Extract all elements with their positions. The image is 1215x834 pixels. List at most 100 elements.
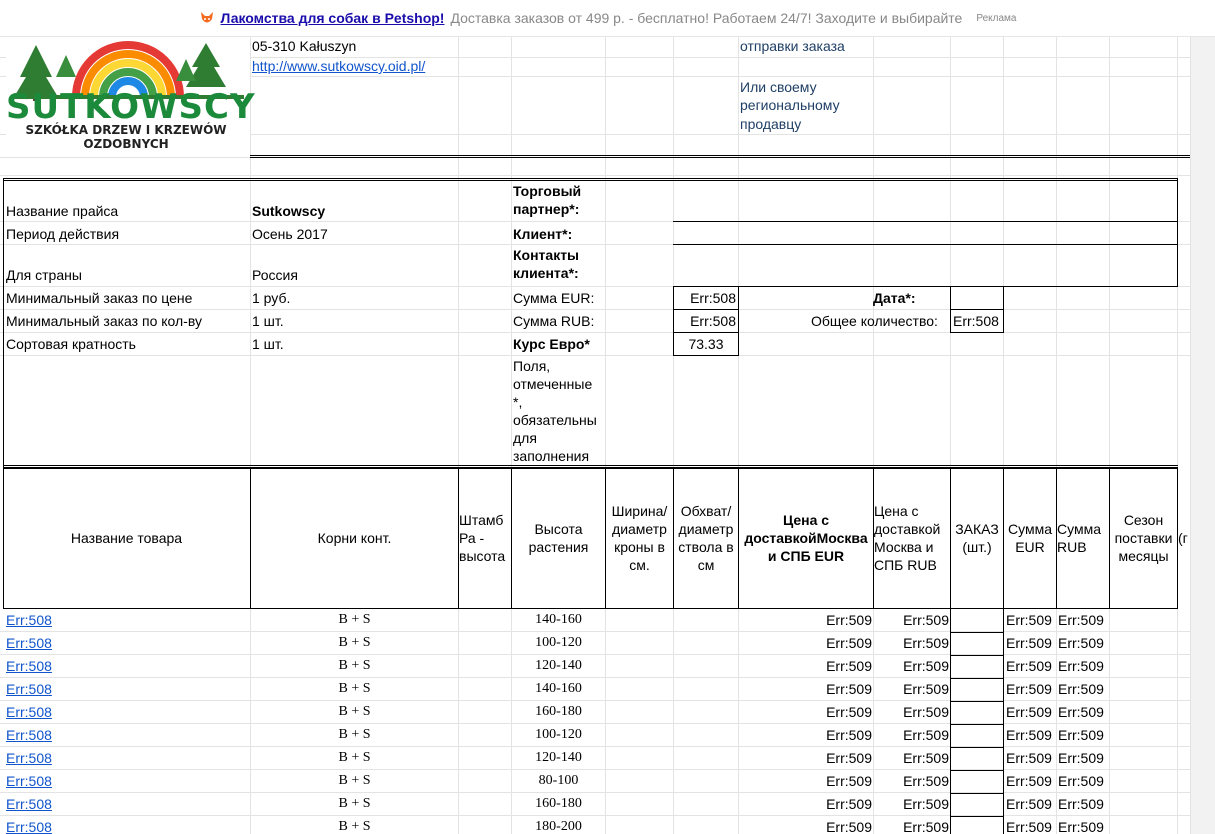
ad-tag: Реклама bbox=[976, 12, 1017, 24]
product-roots: B + S bbox=[338, 750, 371, 765]
product-roots: B + S bbox=[338, 681, 371, 696]
info-label-country: Для страны bbox=[6, 267, 82, 283]
order-qty-input[interactable] bbox=[950, 632, 1004, 656]
product-price-eur: Err:509 bbox=[826, 727, 872, 743]
product-name-link[interactable]: Err:508 bbox=[6, 657, 52, 675]
info-value-min-qty: 1 шт. bbox=[252, 313, 284, 329]
product-sum-rub: Err:509 bbox=[1058, 819, 1104, 834]
product-height: 80-100 bbox=[538, 773, 579, 788]
info-right-border bbox=[1177, 178, 1178, 286]
product-price-eur: Err:509 bbox=[826, 819, 872, 834]
info-value-period: Осень 2017 bbox=[252, 226, 328, 242]
product-sum-eur: Err:509 bbox=[1006, 796, 1052, 812]
product-sum-eur: Err:509 bbox=[1006, 704, 1052, 720]
order-qty-input[interactable] bbox=[950, 701, 1004, 725]
product-roots: B + S bbox=[338, 658, 371, 673]
product-sum-rub: Err:509 bbox=[1058, 681, 1104, 697]
product-name-link[interactable]: Err:508 bbox=[6, 749, 52, 767]
order-qty-input[interactable] bbox=[950, 678, 1004, 702]
company-logo: SUTKOWSCY SZKÓŁKA DRZEW I KRZEWÓW OZDOBN… bbox=[6, 37, 256, 155]
total-qty-value: Err:508 bbox=[953, 313, 999, 329]
info-value-price-name: Sutkowscy bbox=[252, 203, 326, 219]
product-roots: B + S bbox=[338, 704, 371, 719]
col-header-name: Название товара bbox=[70, 530, 183, 546]
ad-link[interactable]: Лакомства для собак в Petshop! bbox=[221, 10, 445, 26]
product-name-link[interactable]: Err:508 bbox=[6, 703, 52, 721]
note-line2: региональному bbox=[740, 97, 840, 113]
header-divider bbox=[250, 155, 1190, 156]
product-price-rub: Err:509 bbox=[903, 773, 949, 789]
col-header-season: Сезон поставки месяцы bbox=[1114, 512, 1173, 564]
ad-banner: Лакомства для собак в Petshop! Доставка … bbox=[0, 0, 1215, 37]
required-note: Поля, отмеченные *, обязательны для запо… bbox=[513, 358, 597, 464]
postal-address: 05-310 Kałuszyn bbox=[252, 38, 357, 54]
info-top-border bbox=[3, 178, 1178, 179]
info-label-period: Период действия bbox=[6, 226, 120, 242]
product-sum-rub: Err:509 bbox=[1058, 635, 1104, 651]
info-label-min-qty: Минимальный заказ по кол-ву bbox=[6, 313, 202, 329]
product-price-rub: Err:509 bbox=[903, 727, 949, 743]
product-price-rub: Err:509 bbox=[903, 635, 949, 651]
rate-value[interactable]: 73.33 bbox=[676, 335, 736, 353]
product-name-link[interactable]: Err:508 bbox=[6, 795, 52, 813]
website-link[interactable]: http://www.sutkowscy.oid.pl/ bbox=[252, 57, 425, 75]
product-price-rub: Err:509 bbox=[903, 750, 949, 766]
info-label-multiplicity: Сортовая кратность bbox=[6, 336, 136, 352]
date-box[interactable] bbox=[950, 286, 1004, 310]
product-price-eur: Err:509 bbox=[826, 704, 872, 720]
client-label: Клиент*: bbox=[513, 226, 573, 242]
contacts-field-line bbox=[673, 286, 1178, 287]
product-sum-eur: Err:509 bbox=[1006, 658, 1052, 674]
product-sum-eur: Err:509 bbox=[1006, 612, 1052, 628]
info-label-min-price: Минимальный заказ по цене bbox=[6, 290, 193, 306]
order-qty-input[interactable] bbox=[950, 770, 1004, 794]
logo-line1: SZKÓŁKA DRZEW I KRZEWÓW bbox=[25, 123, 227, 137]
logo-brand: SUTKOWSCY bbox=[6, 87, 256, 127]
product-roots: B + S bbox=[338, 773, 371, 788]
product-sum-eur: Err:509 bbox=[1006, 750, 1052, 766]
date-label: Дата*: bbox=[873, 290, 916, 306]
product-price-rub: Err:509 bbox=[903, 819, 949, 834]
product-name-link[interactable]: Err:508 bbox=[6, 611, 52, 629]
client-field-line bbox=[673, 244, 1178, 245]
product-roots: B + S bbox=[338, 727, 371, 742]
product-price-eur: Err:509 bbox=[826, 750, 872, 766]
product-price-eur: Err:509 bbox=[826, 612, 872, 628]
logo-line2: OZDOBNYCH bbox=[83, 137, 169, 151]
product-sum-eur: Err:509 bbox=[1006, 773, 1052, 789]
product-sum-eur: Err:509 bbox=[1006, 819, 1052, 834]
product-height: 140-160 bbox=[535, 681, 582, 696]
product-name-link[interactable]: Err:508 bbox=[6, 818, 52, 834]
order-qty-input[interactable] bbox=[950, 747, 1004, 771]
product-roots: B + S bbox=[338, 796, 371, 811]
order-qty-input[interactable] bbox=[950, 793, 1004, 817]
info-label-price-name: Название прайса bbox=[6, 203, 119, 219]
col-header-sum-rub: Сумма RUB bbox=[1057, 521, 1101, 555]
product-name-link[interactable]: Err:508 bbox=[6, 726, 52, 744]
product-sum-rub: Err:509 bbox=[1058, 704, 1104, 720]
product-height: 100-120 bbox=[535, 635, 582, 650]
page-scrollbar[interactable] bbox=[1190, 37, 1215, 834]
product-sum-rub: Err:509 bbox=[1058, 658, 1104, 674]
note-line3: продавцу bbox=[740, 116, 802, 132]
spreadsheet: SUTKOWSCY SZKÓŁKA DRZEW I KRZEWÓW OZDOBN… bbox=[0, 37, 1190, 834]
order-qty-input[interactable] bbox=[950, 655, 1004, 679]
info-value-multiplicity: 1 шт. bbox=[252, 336, 284, 352]
product-height: 120-140 bbox=[535, 658, 582, 673]
product-name-link[interactable]: Err:508 bbox=[6, 634, 52, 652]
product-price-eur: Err:509 bbox=[826, 773, 872, 789]
product-name-link[interactable]: Err:508 bbox=[6, 772, 52, 790]
order-qty-input[interactable] bbox=[950, 724, 1004, 748]
product-roots: B + S bbox=[338, 612, 371, 627]
order-qty-input[interactable] bbox=[950, 609, 1004, 633]
product-price-eur: Err:509 bbox=[826, 658, 872, 674]
note-line1: Или своему bbox=[740, 79, 817, 95]
partner-label: Торговый партнер*: bbox=[513, 183, 582, 217]
product-name-link[interactable]: Err:508 bbox=[6, 680, 52, 698]
product-price-eur: Err:509 bbox=[826, 681, 872, 697]
product-price-rub: Err:509 bbox=[903, 704, 949, 720]
product-height: 100-120 bbox=[535, 727, 582, 742]
product-sum-rub: Err:509 bbox=[1058, 750, 1104, 766]
col-header-next: (г bbox=[1178, 530, 1188, 546]
order-qty-input[interactable] bbox=[950, 816, 1004, 834]
